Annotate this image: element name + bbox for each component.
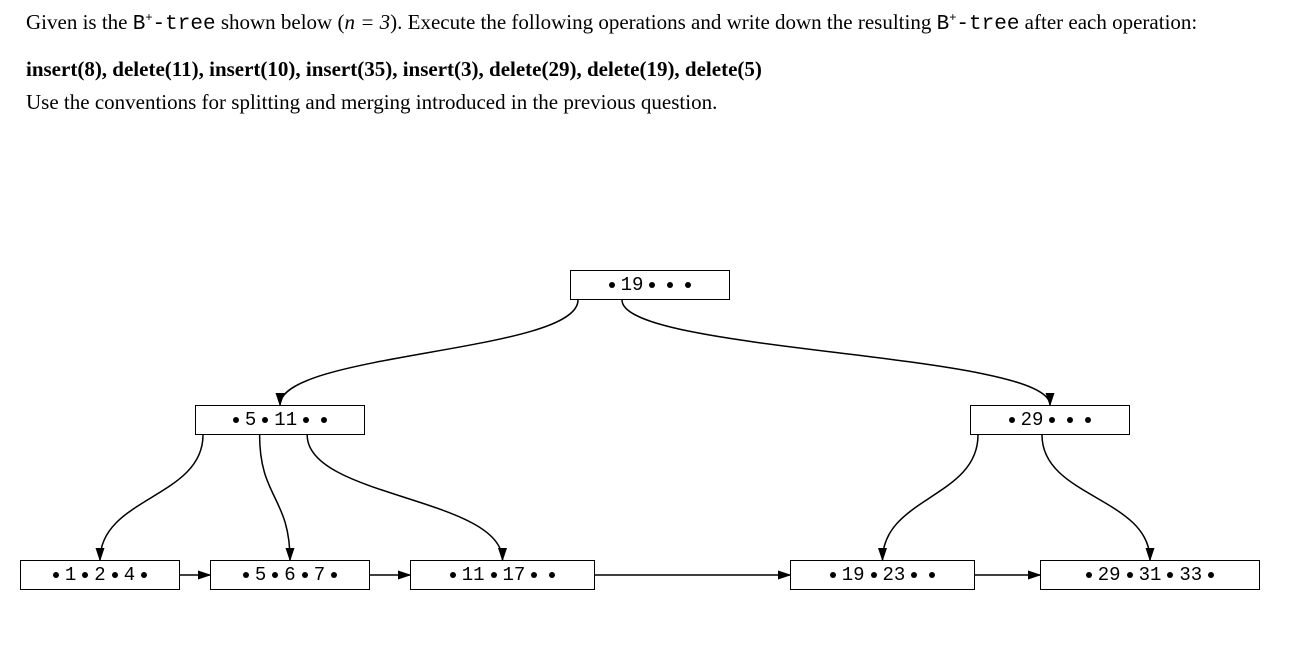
tree-node-i0: 511 (195, 405, 365, 435)
n-eq: n = 3 (344, 10, 390, 34)
page: Given is the B+-tree shown below (n = 3)… (0, 0, 1310, 650)
btree-label-2: B+-tree (937, 13, 1020, 36)
btree-label: B+-tree (133, 13, 216, 36)
tree-node-l3: 1923 (790, 560, 975, 590)
problem-statement: Given is the B+-tree shown below (n = 3)… (26, 8, 1284, 39)
tree-node-l2: 1117 (410, 560, 595, 590)
p1c: ). Execute the following operations and … (390, 10, 936, 34)
conventions-note: Use the conventions for splitting and me… (26, 88, 1284, 116)
operations-list: insert(8), delete(11), insert(10), inser… (26, 57, 1284, 82)
p1d: after each operation: (1019, 10, 1197, 34)
tree-node-l4: 293133 (1040, 560, 1260, 590)
tree-node-root: 19 (570, 270, 730, 300)
tree-node-l1: 567 (210, 560, 370, 590)
p1a: Given is the (26, 10, 133, 34)
tree-node-l0: 124 (20, 560, 180, 590)
p1b: shown below ( (216, 10, 345, 34)
tree-node-i1: 29 (970, 405, 1130, 435)
bplus-tree-diagram: 19 511 29 124 567 1117 1923 293133 (0, 240, 1310, 640)
